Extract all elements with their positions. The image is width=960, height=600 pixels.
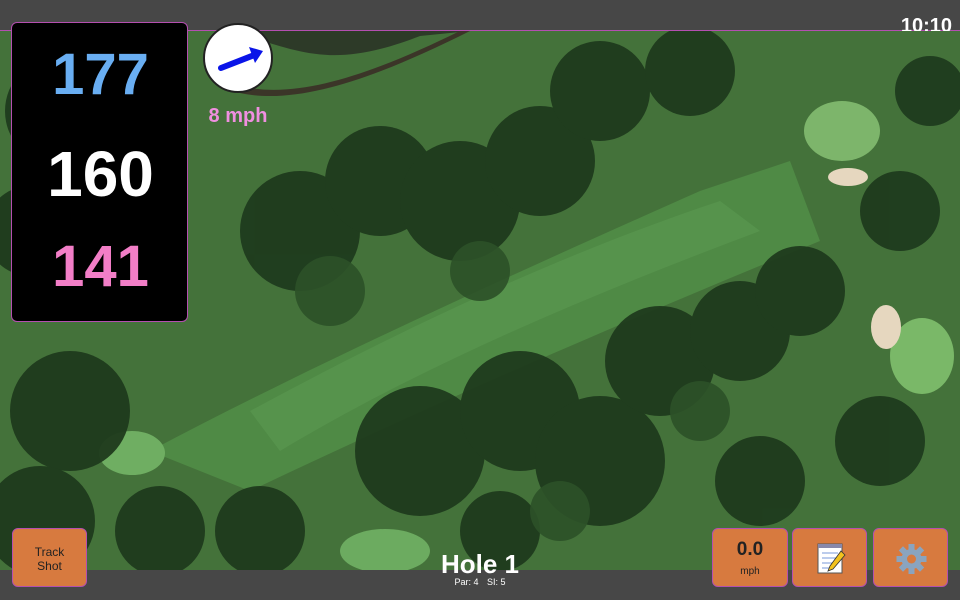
notes-button[interactable]: [792, 528, 867, 587]
stroke-index-label: SI: 5: [487, 577, 506, 587]
middle-distance: 160: [47, 138, 154, 210]
speed-button[interactable]: 0.0 mph: [712, 528, 788, 587]
speed-value: 0.0: [736, 539, 764, 560]
wind-speed: 8 mph: [208, 105, 268, 127]
front-distance: 141: [52, 234, 149, 299]
back-distance: 177: [52, 42, 149, 107]
arrow-icon: [218, 47, 263, 71]
gear-icon: [896, 544, 927, 574]
par-label: Par: 4: [454, 577, 479, 587]
hole-title: Hole 1: [440, 549, 520, 579]
hole-info: Par: 4 SI: 5: [380, 577, 580, 587]
settings-button[interactable]: [873, 528, 948, 587]
notepad-icon: [817, 543, 846, 574]
distance-panel: 177 160 141: [11, 22, 188, 322]
track-shot-label-line2: Shot: [37, 559, 62, 573]
wind-indicator: [203, 23, 273, 93]
speed-unit: mph: [740, 566, 760, 577]
track-shot-label-line1: Track: [34, 545, 65, 559]
track-shot-button[interactable]: Track Shot: [12, 528, 87, 587]
